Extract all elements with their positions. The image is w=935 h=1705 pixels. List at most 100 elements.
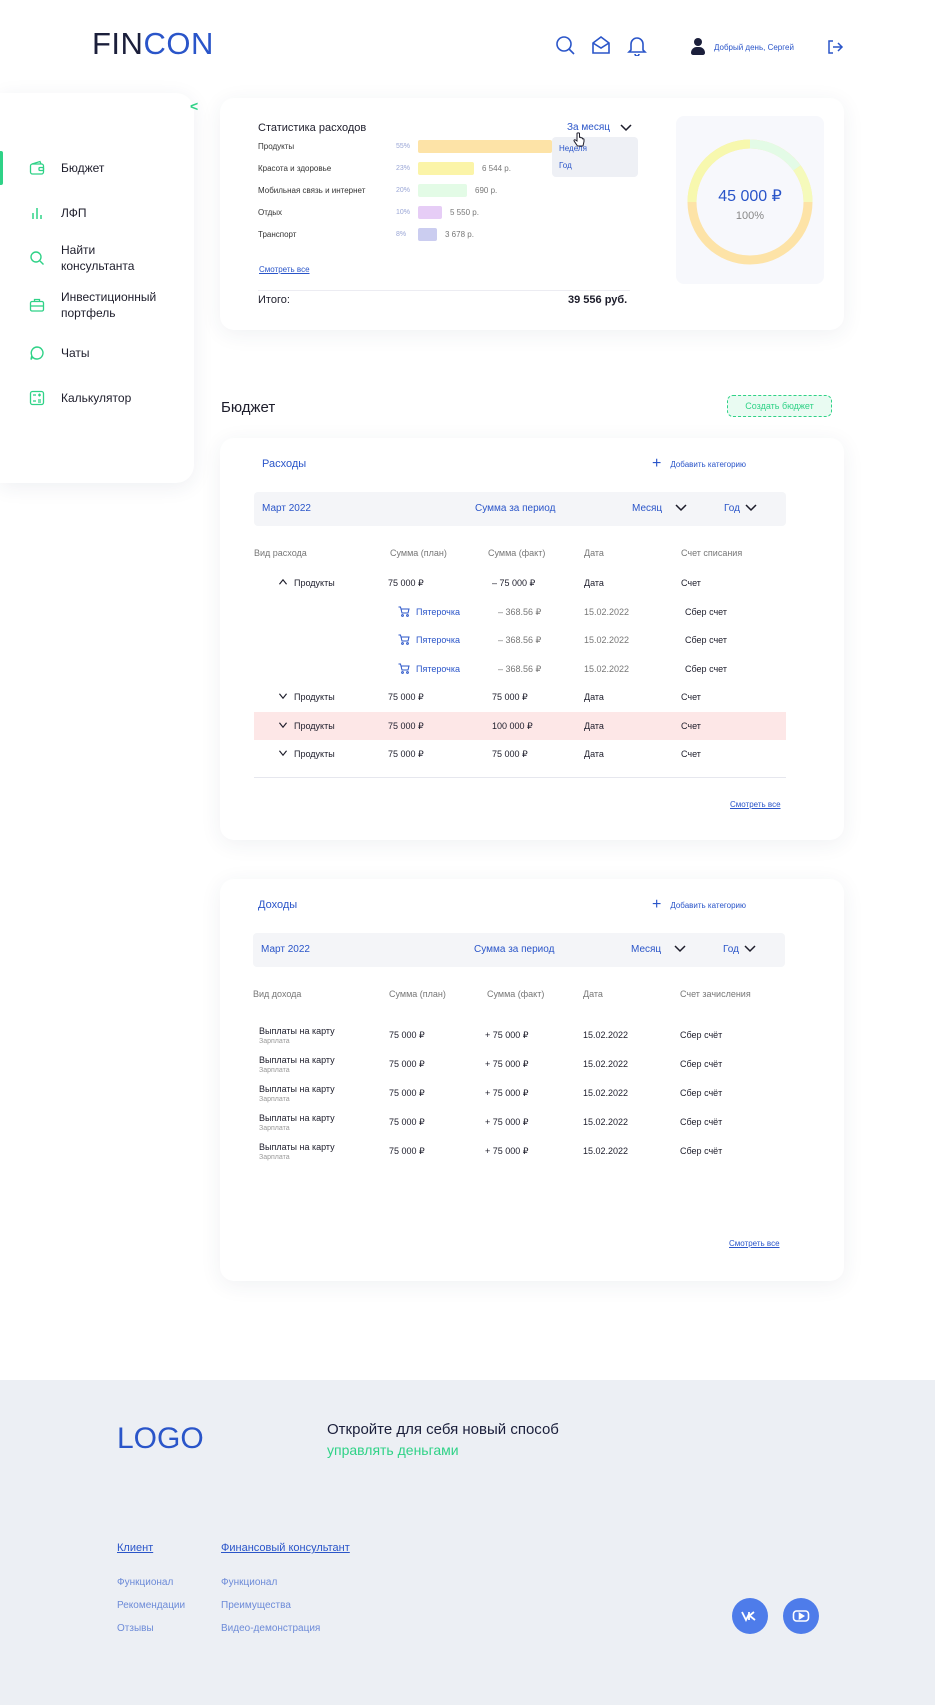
sidebar-item-find-consultant[interactable]: Найти консультанта [0,235,194,280]
add-income-category-button[interactable]: + Добавить категорию [652,897,747,913]
filter-month[interactable]: Месяц [632,503,662,514]
income-row[interactable]: Выплаты на карту Зарплата 75 000 ₽ + 75 000… [253,1108,785,1136]
filter-year[interactable]: Год [723,944,739,955]
date: 15.02.2022 [583,1059,629,1069]
budget-title: Бюджет [221,399,276,416]
chevron-down-icon[interactable] [278,692,288,700]
chevron-down-icon[interactable] [278,721,288,729]
income-title: Доходы [258,899,298,911]
account: Счет [681,749,701,759]
chevron-down-icon [620,123,632,131]
footer-link[interactable]: Преимущества [221,1600,291,1611]
transaction-name[interactable]: Пятерочка [416,664,460,674]
income-row[interactable]: Выплаты на карту Зарплата 75 000 ₽ + 75 000… [253,1137,785,1165]
category-name: Продукты [294,720,335,731]
transaction-name[interactable]: Пятерочка [416,635,460,645]
account: Сбер счёт [680,1088,723,1098]
briefcase-icon [29,297,45,313]
chevron-up-icon[interactable] [278,578,288,586]
account: Счет [681,578,701,588]
sidebar-item-lfp[interactable]: ЛФП [0,190,194,235]
expenses-filter-bar: Март 2022 Сумма за период Месяц Год [254,492,786,526]
logo[interactable]: FINCON [92,26,214,62]
bell-icon[interactable] [626,34,648,56]
stats-category-name: Отдых [258,207,283,217]
fact-amount: – 75 000 ₽ [492,578,536,588]
chevron-down-icon[interactable] [674,945,686,953]
account: Сбер счёт [680,1030,723,1040]
income-row[interactable]: Выплаты на карту Зарплата 75 000 ₽ + 75 000… [253,1050,785,1078]
expense-category-row[interactable]: Продукты 75 000 ₽ 75 000 ₽ Дата Счет [254,740,786,768]
plan-amount: 75 000 ₽ [388,578,424,588]
expense-stats-card: Статистика расходов За месяц Продукты 55%… [220,98,844,330]
footer-link[interactable]: Функционал [117,1577,173,1588]
user-greeting[interactable]: Добрый день, Сергей [690,38,794,56]
chevron-down-icon[interactable] [278,749,288,757]
plan-amount: 75 000 ₽ [389,1146,425,1156]
sidebar-item-calculator[interactable]: Калькулятор [0,375,194,420]
footer-logo[interactable]: LOGO [117,1422,204,1456]
mail-icon[interactable] [590,34,612,56]
add-expense-category-button[interactable]: + Добавить категорию [652,455,746,472]
date: Дата [584,578,604,588]
youtube-icon[interactable] [783,1598,819,1634]
stats-bar [418,161,474,175]
filter-sum[interactable]: Сумма за период [475,503,555,514]
sidebar-item-budget[interactable]: Бюджет [0,145,194,190]
logout-icon[interactable] [826,38,844,56]
column-header: Вид расхода [254,548,307,558]
expense-category-row[interactable]: Продукты 75 000 ₽ 100 000 ₽ Дата Счет [254,711,786,740]
footer-link[interactable]: Видео-демонстрация [221,1623,320,1634]
expenses-see-all-link[interactable]: Смотреть все [730,800,781,809]
expense-transaction-row[interactable]: Пятерочка – 368.56 ₽ 15.02.2022 Сбер счет [254,598,786,626]
footer-client-heading[interactable]: Клиент [117,1542,153,1554]
total-value: 39 556 руб. [568,294,628,306]
search-icon[interactable] [554,34,576,56]
chevron-down-icon[interactable] [745,504,757,512]
filter-period[interactable]: Март 2022 [261,944,310,955]
footer-link[interactable]: Рекомендации [117,1600,185,1611]
stats-category-percent: 55% [396,142,411,150]
chevron-down-icon[interactable] [675,504,687,512]
income-see-all-link[interactable]: Смотреть все [729,1239,780,1248]
plan-amount: 75 000 ₽ [388,720,424,731]
filter-sum[interactable]: Сумма за период [474,944,554,955]
header-icons [554,34,648,56]
stats-category-name: Мобильная связь и интернет [258,185,366,195]
vk-icon[interactable] [732,1598,768,1634]
stats-see-all-link[interactable]: Смотреть все [259,265,310,274]
income-name: Выплаты на карту [259,1026,335,1036]
create-budget-button[interactable]: Создать бюджет [727,395,832,417]
account: Сбер счёт [680,1146,723,1156]
column-header: Сумма (факт) [487,989,545,999]
plan-amount: 75 000 ₽ [389,1059,425,1069]
add-category-label: Добавить категорию [670,900,747,910]
footer-link[interactable]: Отзывы [117,1623,154,1634]
total-label: Итого: [258,294,290,306]
sidebar-item-portfolio[interactable]: Инвестиционный портфель [0,280,194,330]
footer-link[interactable]: Функционал [221,1577,277,1588]
sidebar-item-chats[interactable]: Чаты [0,330,194,375]
sidebar-collapse-icon[interactable]: < [190,98,198,114]
expense-transaction-row[interactable]: Пятерочка – 368.56 ₽ 15.02.2022 Сбер счет [254,626,786,654]
income-row[interactable]: Выплаты на карту Зарплата 75 000 ₽ + 75 000… [253,1021,785,1049]
footer-consultant-heading[interactable]: Финансовый консультант [221,1542,350,1554]
filter-month[interactable]: Месяц [631,944,661,955]
date: 15.02.2022 [584,663,630,674]
date: Дата [584,720,604,731]
expense-category-row[interactable]: Продукты 75 000 ₽ 75 000 ₽ Дата Счет [254,683,786,711]
date: Дата [584,692,604,702]
expense-category-row[interactable]: Продукты 75 000 ₽ – 75 000 ₽ Дата Счет [254,569,786,597]
dropdown-option-year[interactable]: Год [559,161,572,170]
filter-period[interactable]: Март 2022 [262,503,311,514]
sidebar: Бюджет ЛФП Найти консультанта Инвестицио… [0,93,194,483]
column-header: Сумма (план) [390,548,447,558]
transaction-name[interactable]: Пятерочка [416,607,460,617]
divider [254,777,786,778]
chevron-down-icon[interactable] [744,945,756,953]
column-header: Сумма (план) [389,989,446,999]
filter-year[interactable]: Год [724,503,740,514]
income-row[interactable]: Выплаты на карту Зарплата 75 000 ₽ + 75 000… [253,1079,785,1107]
expense-transaction-row[interactable]: Пятерочка – 368.56 ₽ 15.02.2022 Сбер счет [254,655,786,683]
plus-icon: + [652,455,662,472]
